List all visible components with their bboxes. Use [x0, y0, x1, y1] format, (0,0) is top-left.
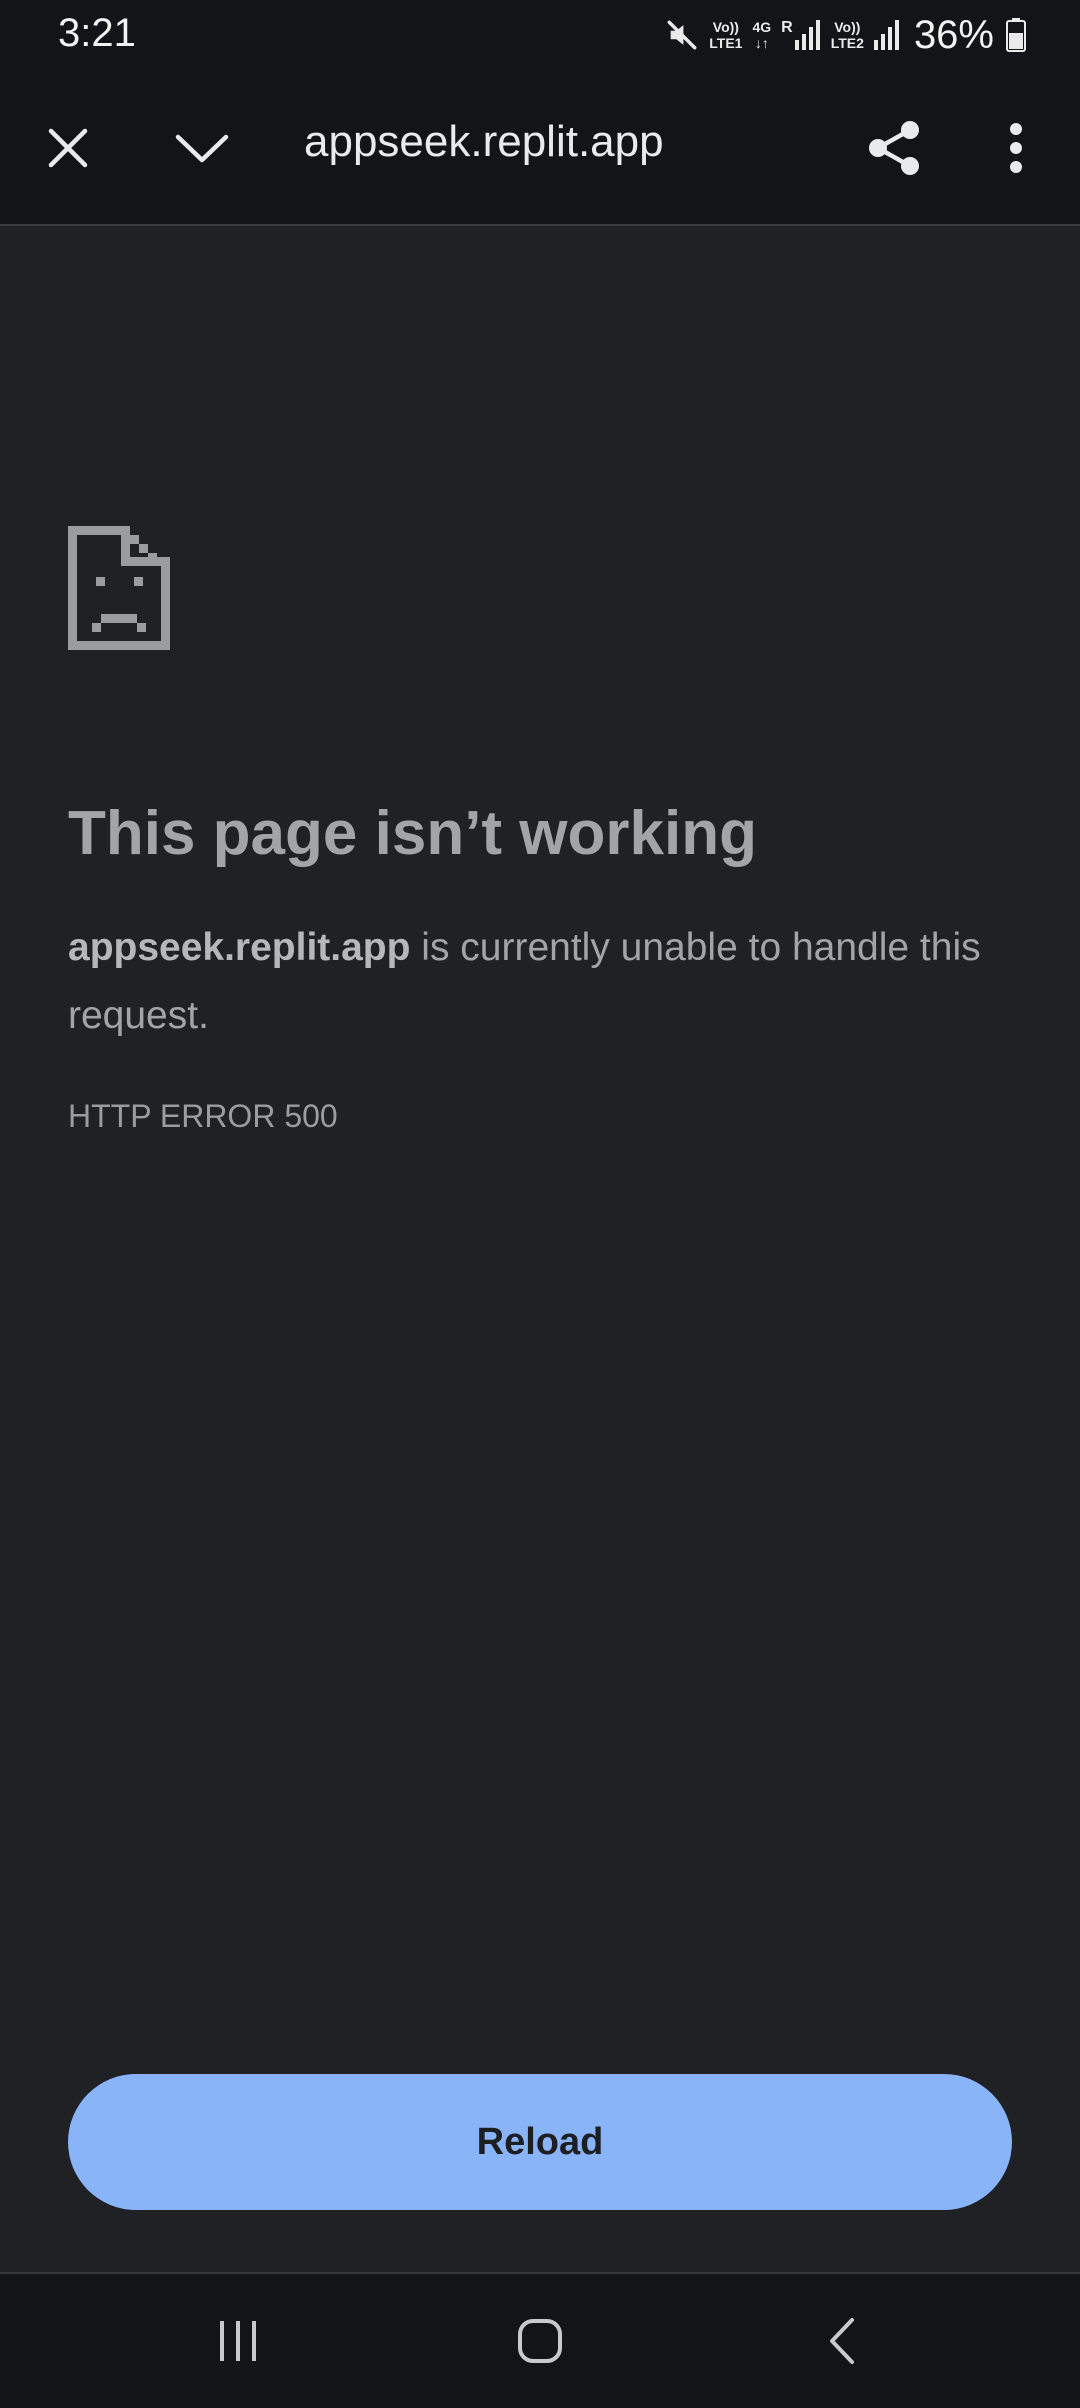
back-button[interactable]: [792, 2291, 892, 2391]
status-time: 3:21: [58, 11, 136, 55]
chevron-down-icon: [175, 134, 229, 163]
home-icon: [518, 2319, 562, 2363]
status-bar: 3:21 Vo)) LTE1 4G ↓↑ R Vo)) LTE2 36%: [0, 0, 1080, 70]
back-icon: [830, 2318, 854, 2364]
mute-icon: [665, 18, 699, 52]
network-type-label: 4G ↓↑: [752, 19, 771, 51]
close-icon: [48, 128, 88, 168]
error-description: appseek.replit.app is currently unable t…: [68, 914, 1018, 1050]
signal-icon: [873, 20, 900, 50]
more-options-button[interactable]: [966, 98, 1066, 198]
roaming-label: R: [781, 19, 793, 36]
signal-icon: R: [781, 20, 821, 50]
network-type-text: 4G: [752, 19, 772, 35]
data-arrows-icon: ↓↑: [754, 35, 769, 51]
sim2-volte-top: Vo)): [834, 19, 861, 35]
more-vert-icon: [1010, 123, 1022, 173]
home-button[interactable]: [490, 2291, 590, 2391]
browser-screen: 3:21 Vo)) LTE1 4G ↓↑ R Vo)) LTE2 36% app…: [0, 0, 1080, 2408]
page-url[interactable]: appseek.replit.app: [304, 114, 664, 170]
sim1-volte-top: Vo)): [712, 19, 739, 35]
error-host: appseek.replit.app: [68, 926, 411, 969]
share-button[interactable]: [844, 98, 944, 198]
status-indicators: Vo)) LTE1 4G ↓↑ R Vo)) LTE2 36%: [665, 8, 1026, 62]
recents-button[interactable]: [188, 2291, 288, 2391]
reload-button[interactable]: Reload: [68, 2074, 1012, 2210]
sim1-volte-label: Vo)) LTE1: [709, 19, 742, 51]
system-nav-bar: [0, 2274, 1080, 2408]
battery-percent: 36%: [913, 12, 994, 57]
battery-icon: [1006, 18, 1026, 52]
close-button[interactable]: [18, 98, 118, 198]
sim2-volte-bottom: LTE2: [830, 35, 864, 51]
sim2-volte-label: Vo)) LTE2: [831, 19, 864, 51]
minimize-tab-button[interactable]: [152, 98, 252, 198]
recents-icon: [220, 2321, 256, 2361]
share-icon: [869, 121, 919, 175]
sim1-volte-bottom: LTE1: [709, 35, 743, 51]
sad-document-icon: [68, 526, 170, 650]
error-title: This page isn’t working: [68, 799, 757, 868]
error-code: HTTP ERROR 500: [68, 1098, 338, 1134]
custom-tab-toolbar: appseek.replit.app: [0, 70, 1080, 226]
